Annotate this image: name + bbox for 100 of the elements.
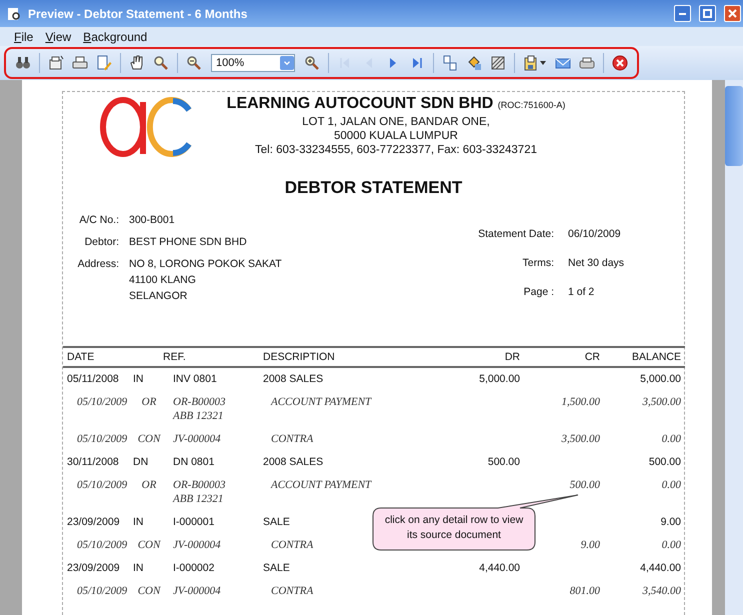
binoculars-icon xyxy=(15,55,31,71)
field-value: BEST PHONE SDN BHD xyxy=(129,236,248,248)
table-cell: 0.00 xyxy=(662,539,681,551)
field-value: SELANGOR xyxy=(129,290,188,302)
scrollbar-thumb[interactable] xyxy=(725,86,743,166)
field-label: Address: xyxy=(76,258,119,272)
save-export-icon xyxy=(523,55,539,71)
table-cell: 0.00 xyxy=(662,433,681,445)
document-title: DEBTOR STATEMENT xyxy=(284,178,464,198)
table-cell: CON xyxy=(138,433,160,445)
table-cell: 1,500.00 xyxy=(562,396,600,408)
table-cell: 3,540.00 xyxy=(642,585,681,597)
table-cell: 5,000.00 xyxy=(640,373,681,385)
table-cell: 3,500.00 xyxy=(562,433,600,445)
field-label: A/C No.: xyxy=(78,214,119,226)
field-value: NO 8, LORONG POKOK SAKAT xyxy=(129,258,282,270)
printer-icon xyxy=(72,55,88,71)
maximize-icon xyxy=(703,9,712,18)
table-cell: IN xyxy=(133,516,144,528)
table-cell: 05/11/2008 xyxy=(67,373,119,385)
zoom-combo[interactable]: 100% xyxy=(211,54,295,72)
zoom-out-icon xyxy=(186,55,202,71)
hand-icon xyxy=(129,55,145,71)
table-cell: 9.00 xyxy=(660,516,681,528)
field-value: 41100 KLANG xyxy=(129,274,197,286)
table-cell: IN xyxy=(133,562,144,574)
table-cell-text: ABB 12321 xyxy=(173,493,224,505)
table-cell: IN xyxy=(133,373,144,385)
zoom-in-icon xyxy=(304,55,320,71)
column-header: BALANCE xyxy=(632,351,681,363)
table-cell: 5,000.00 xyxy=(479,373,520,385)
page-setup-icon xyxy=(48,55,64,71)
preview-app-icon xyxy=(6,6,22,22)
table-cell: ACCOUNT PAYMENT xyxy=(271,479,372,491)
page-layout-icon xyxy=(442,55,458,71)
table-cell: DN xyxy=(133,456,148,468)
table-cell: 05/10/2009 xyxy=(77,585,128,597)
field-label: Debtor: xyxy=(84,236,119,248)
table-cell: 05/10/2009 xyxy=(77,433,128,445)
table-cell: CONTRA xyxy=(271,433,314,445)
menu-item[interactable]: File xyxy=(14,30,34,44)
table-cell: CON xyxy=(138,539,160,551)
table-cell-text: I-000002 xyxy=(173,562,216,574)
company-address: Tel: 603-33234555, 603-77223377, Fax: 603-33243721 xyxy=(255,143,537,157)
table-cell: 500.00 xyxy=(488,456,520,468)
table-cell: CON xyxy=(138,585,160,597)
table-cell: CONTRA xyxy=(271,539,314,551)
company-name: LEARNING AUTOCOUNT SDN BHD (ROC:751600-A) xyxy=(226,94,566,114)
column-header: DESCRIPTION xyxy=(263,351,335,363)
close-button[interactable] xyxy=(724,5,741,22)
close-icon xyxy=(728,9,737,18)
maximize-button[interactable] xyxy=(699,5,716,22)
table-cell: 05/10/2009 xyxy=(77,539,128,551)
table-cell: 23/09/2009 xyxy=(67,516,120,528)
table-cell: 500.00 xyxy=(648,456,681,468)
table-cell-text: OR-B00003 xyxy=(173,479,227,491)
table-cell: ACCOUNT PAYMENT xyxy=(271,396,372,408)
document-pencil-icon xyxy=(96,55,112,71)
table-cell-text: JV-000004 xyxy=(173,539,222,551)
column-header: CR xyxy=(584,351,600,363)
table-cell: 4,440.00 xyxy=(640,562,681,574)
company-address: LOT 1, JALAN ONE, BANDAR ONE, xyxy=(302,115,490,129)
table-cell: 9.00 xyxy=(580,539,600,551)
table-cell: 23/09/2009 xyxy=(67,562,120,574)
table-cell: 05/10/2009 xyxy=(77,479,128,491)
callout-text: click on any detail row to view its source document xyxy=(384,513,524,543)
copies-printer-icon xyxy=(579,55,595,71)
table-cell: 30/11/2008 xyxy=(67,456,119,468)
table-cell-text: JV-000004 xyxy=(173,585,222,597)
table-cell-text: OR-B00003 xyxy=(173,396,227,408)
table-cell: 2008 SALES xyxy=(263,373,324,385)
company-address: 50000 KUALA LUMPUR xyxy=(334,129,458,143)
field-value: 1 of 2 xyxy=(568,286,596,298)
magnifier-icon xyxy=(153,55,169,71)
menu-item[interactable]: Background xyxy=(83,30,148,44)
table-cell-text: I-000001 xyxy=(173,516,216,528)
column-header: DATE xyxy=(67,351,94,363)
minimize-button[interactable] xyxy=(674,5,691,22)
menu-item[interactable]: View xyxy=(45,30,72,44)
table-cell: 3,500.00 xyxy=(642,396,681,408)
hatched-page-icon xyxy=(490,55,506,71)
table-cell: SALE xyxy=(263,516,290,528)
field-value: Net 30 days xyxy=(568,257,626,269)
table-cell: 500.00 xyxy=(570,479,600,491)
minimize-icon xyxy=(679,12,686,14)
table-cell: SALE xyxy=(263,562,290,574)
table-cell: 05/10/2009 xyxy=(77,396,128,408)
field-label: Statement Date: xyxy=(478,228,554,240)
table-cell-text: DN 0801 xyxy=(173,456,216,468)
table-cell-text: ABB 12321 xyxy=(173,410,224,422)
table-cell: CONTRA xyxy=(271,585,314,597)
table-cell-text: INV 0801 xyxy=(173,373,218,385)
table-cell: 2008 SALES xyxy=(263,456,324,468)
table-cell: OR xyxy=(142,396,156,408)
table-cell: 4,440.00 xyxy=(479,562,520,574)
window-title: Preview - Debtor Statement - 6 Months xyxy=(28,6,248,20)
column-header: DR xyxy=(504,351,520,363)
field-value: 06/10/2009 xyxy=(568,228,622,240)
table-cell: 801.00 xyxy=(570,585,600,597)
field-label: Page : xyxy=(522,286,554,298)
